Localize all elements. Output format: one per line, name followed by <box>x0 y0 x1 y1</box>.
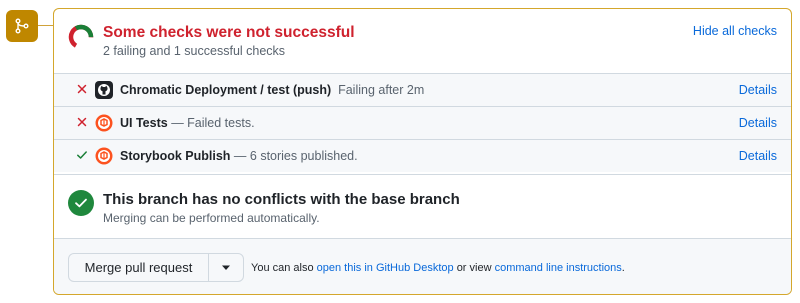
checks-summary: 2 failing and 1 successful checks <box>103 44 286 58</box>
check-icon <box>77 151 87 159</box>
check-row: Storybook Publish — 6 stories published.… <box>54 139 791 172</box>
check-name: Storybook Publish <box>120 149 231 163</box>
hide-all-checks-link[interactable]: Hide all checks <box>693 24 777 38</box>
merge-method-dropdown[interactable] <box>209 254 243 281</box>
git-merge-icon <box>15 18 29 34</box>
branch-status-title: This branch has no conflicts with the ba… <box>103 191 460 208</box>
check-description: — Failed tests. <box>171 116 255 130</box>
check-details-link[interactable]: Details <box>739 116 777 130</box>
branch-status: This branch has no conflicts with the ba… <box>54 174 791 238</box>
triangle-down-icon <box>222 265 230 270</box>
command-line-instructions-link[interactable]: command line instructions <box>495 262 622 274</box>
check-circle-icon <box>68 190 94 216</box>
checks-header: Some checks were not successful 2 failin… <box>54 9 791 73</box>
x-icon <box>77 84 87 94</box>
open-github-desktop-link[interactable]: open this in GitHub Desktop <box>317 262 454 274</box>
merge-button-group: Merge pull request <box>68 253 244 282</box>
timeline-connector <box>38 25 54 26</box>
check-row: Chromatic Deployment / test (push) Faili… <box>54 73 791 106</box>
git-merge-icon-badge <box>6 10 38 42</box>
x-icon <box>77 117 87 127</box>
branch-status-subtitle: Merging can be performed automatically. <box>103 211 320 225</box>
merge-box: Some checks were not successful 2 failin… <box>53 8 792 295</box>
check-name: Chromatic Deployment / test (push) <box>120 83 332 97</box>
chromatic-icon <box>95 114 113 132</box>
check-name: UI Tests <box>120 116 168 130</box>
check-row: UI Tests — Failed tests. Details <box>54 106 791 139</box>
merge-pull-request-button[interactable]: Merge pull request <box>69 254 209 281</box>
checks-title: Some checks were not successful <box>103 24 355 41</box>
check-description: — 6 stories published. <box>233 149 358 163</box>
checks-status-ring-icon <box>68 24 94 50</box>
chromatic-icon <box>95 147 113 165</box>
merge-alternatives-note: You can also open this in GitHub Desktop… <box>251 262 625 274</box>
checks-list: Chromatic Deployment / test (push) Faili… <box>54 73 791 172</box>
check-details-link[interactable]: Details <box>739 149 777 163</box>
check-details-link[interactable]: Details <box>739 83 777 97</box>
github-icon <box>95 81 113 99</box>
merge-actions: Merge pull request You can also open thi… <box>54 238 791 294</box>
check-description: Failing after 2m <box>338 83 425 97</box>
